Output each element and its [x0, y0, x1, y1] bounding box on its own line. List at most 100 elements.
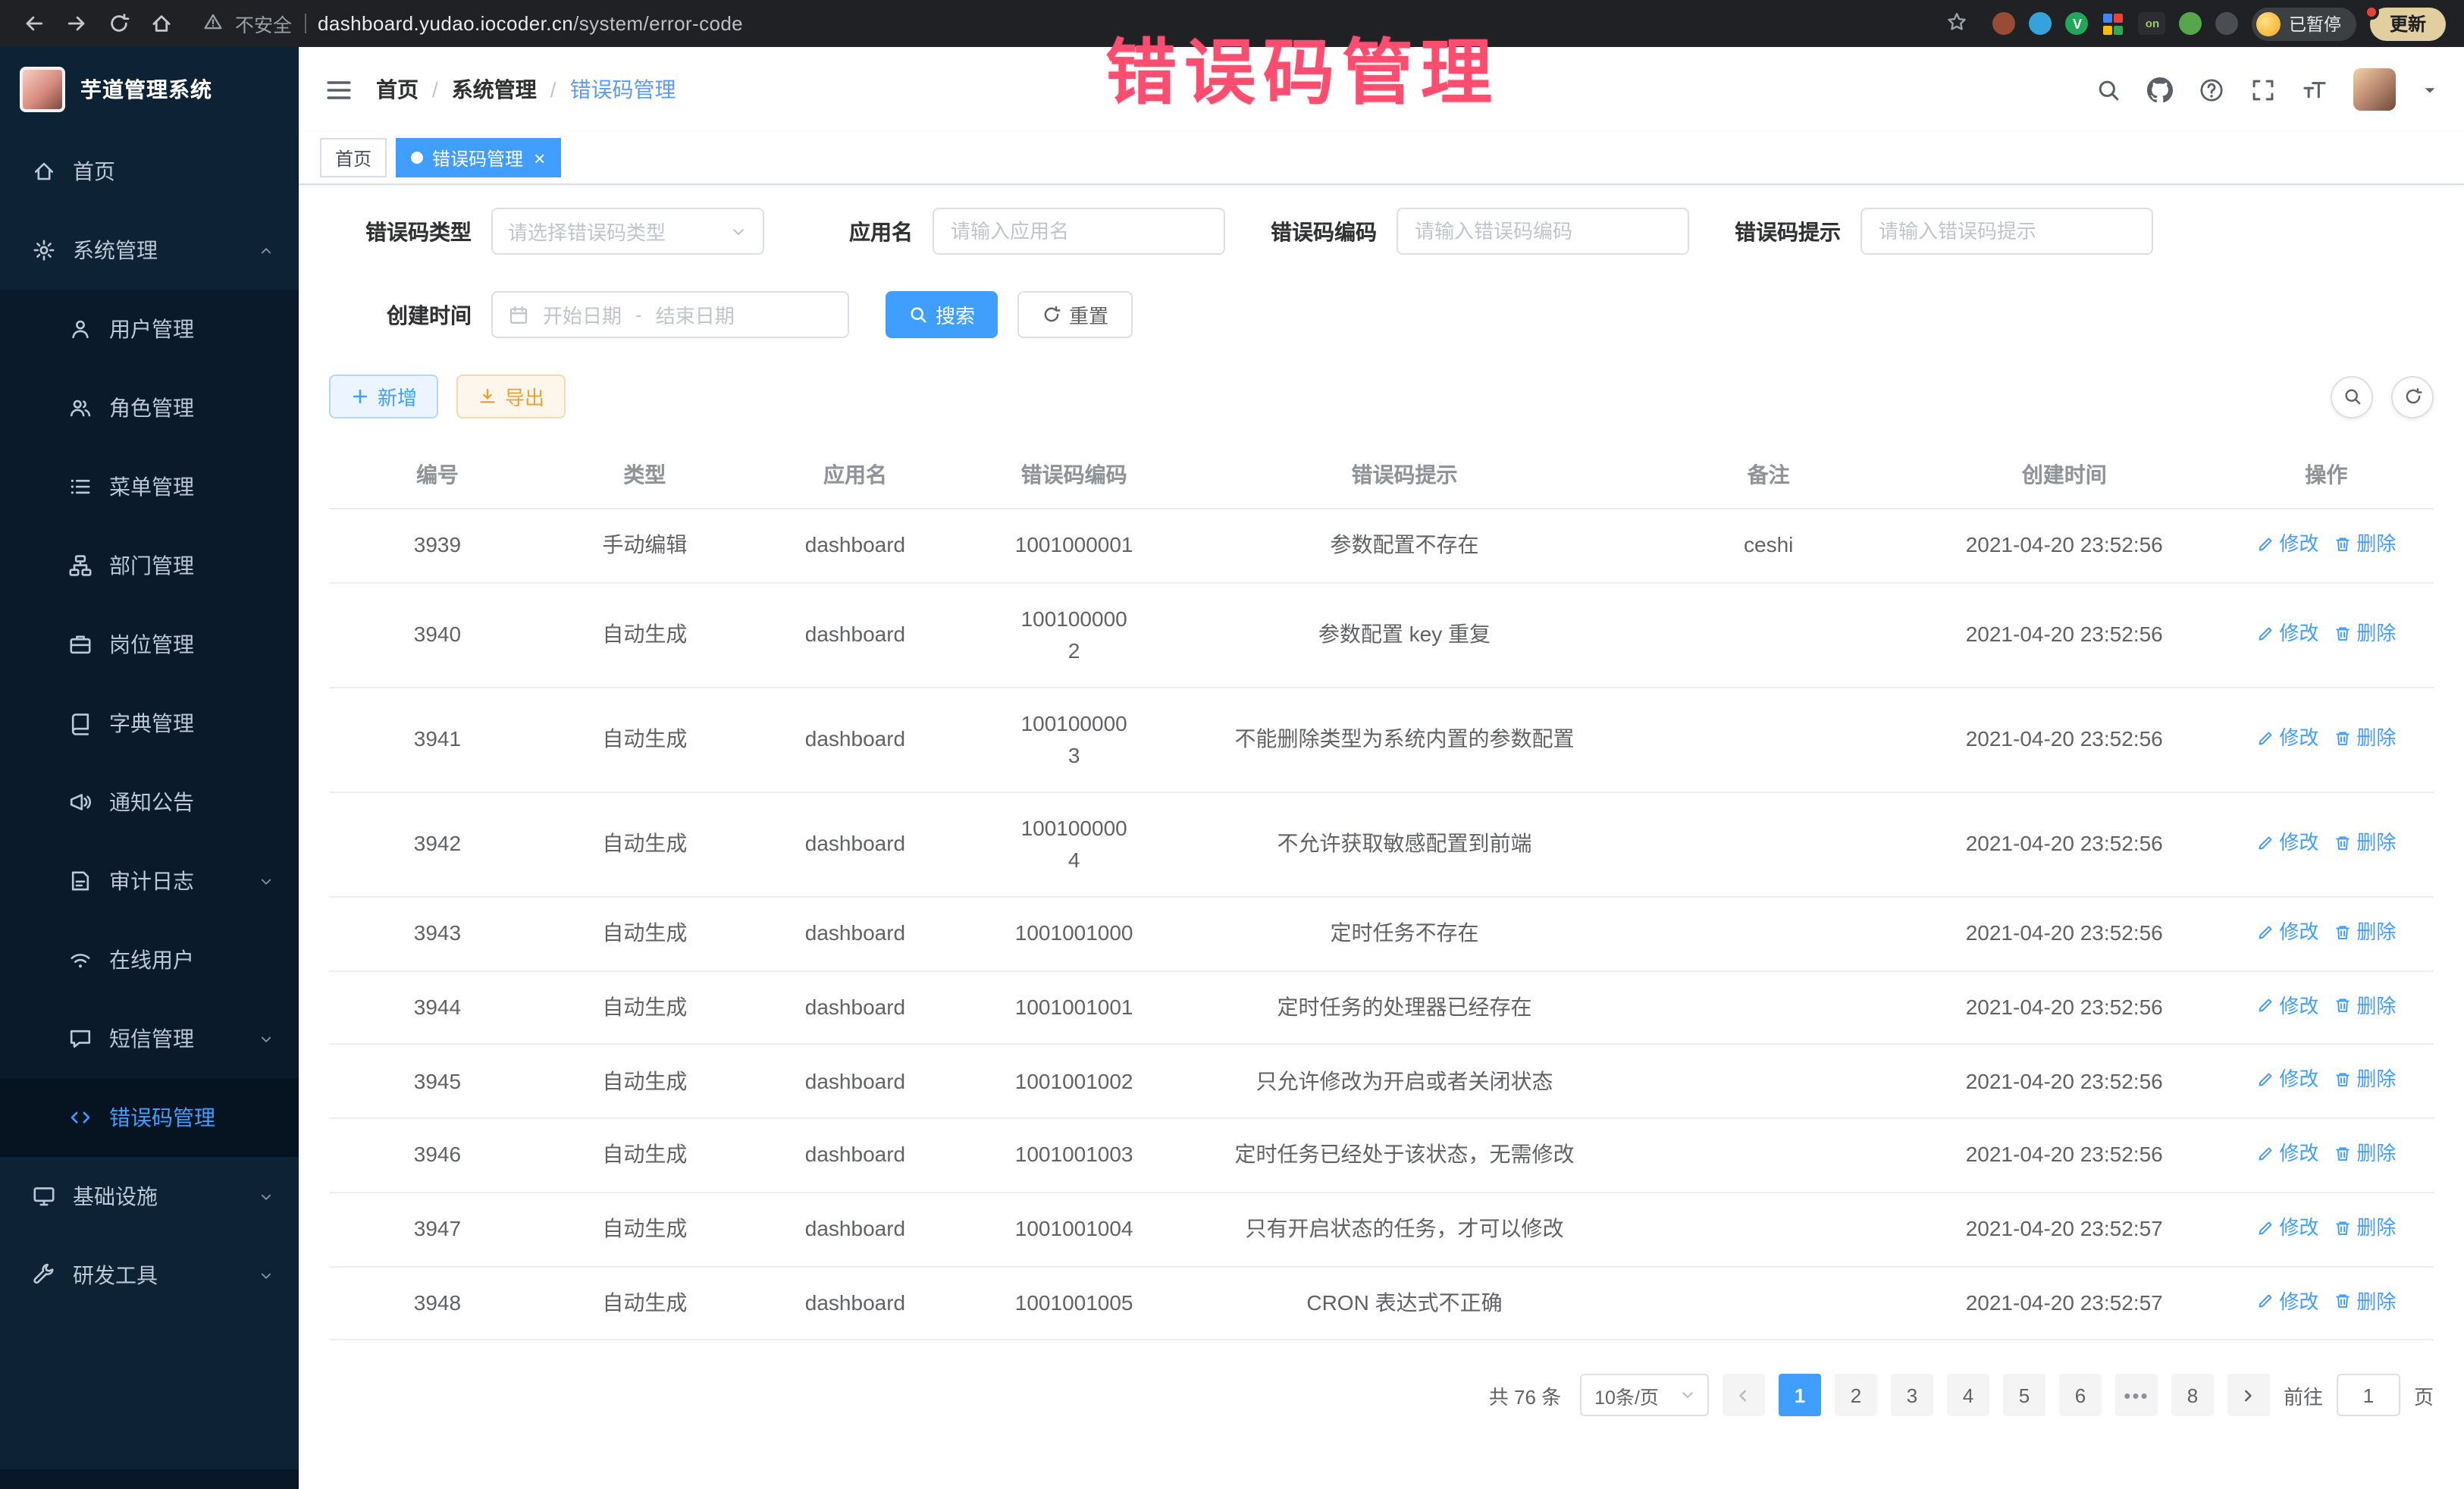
sidebar-item[interactable]: 短信管理: [0, 999, 299, 1078]
url-text[interactable]: dashboard.yudao.iocoder.cn/system/error-…: [318, 12, 743, 35]
date-range-picker[interactable]: 开始日期 - 结束日期: [491, 291, 849, 338]
edit-link[interactable]: 修改: [2256, 1213, 2318, 1243]
help-icon[interactable]: [2199, 77, 2224, 102]
tab-error-code[interactable]: 错误码管理×: [396, 138, 560, 177]
delete-link[interactable]: 删除: [2334, 917, 2396, 947]
sidebar-item[interactable]: 菜单管理: [0, 447, 299, 526]
browser-back-icon[interactable]: [15, 5, 52, 42]
page-ellipsis[interactable]: •••: [2115, 1375, 2158, 1417]
extension-icon[interactable]: [2180, 12, 2202, 35]
delete-link[interactable]: 删除: [2334, 1065, 2396, 1095]
delete-link[interactable]: 删除: [2334, 723, 2396, 753]
puzzle-icon[interactable]: [2216, 12, 2239, 35]
sidebar-item[interactable]: 部门管理: [0, 526, 299, 605]
sidebar-item[interactable]: 研发工具: [0, 1236, 299, 1315]
hamburger-icon[interactable]: [324, 75, 353, 104]
sidebar-item[interactable]: 审计日志: [0, 842, 299, 920]
bookmark-star-icon[interactable]: [1946, 10, 1969, 37]
export-button[interactable]: 导出: [456, 375, 566, 418]
edit-link[interactable]: 修改: [2256, 1287, 2318, 1316]
delete-link[interactable]: 删除: [2334, 828, 2396, 857]
sidebar-item[interactable]: 基础设施: [0, 1157, 299, 1236]
edit-link[interactable]: 修改: [2256, 619, 2318, 648]
page-content: 错误码类型 请选择错误码类型 应用名 错误码编码: [299, 185, 2464, 1489]
caret-down-icon[interactable]: [2422, 81, 2438, 98]
breadcrumb-system[interactable]: 系统管理: [452, 74, 537, 105]
extension-on-icon[interactable]: on: [2139, 12, 2166, 35]
address-bar[interactable]: 不安全 dashboard.yudao.iocoder.cn/system/er…: [185, 3, 1987, 44]
extension-icon[interactable]: V: [2066, 12, 2089, 35]
extension-icon[interactable]: [2030, 12, 2052, 35]
edit-link[interactable]: 修改: [2256, 1139, 2318, 1168]
browser-reload-icon[interactable]: [100, 5, 136, 42]
sidebar-item[interactable]: 系统管理: [0, 211, 299, 290]
delete-link[interactable]: 删除: [2334, 1139, 2396, 1168]
user-avatar[interactable]: [2353, 68, 2396, 111]
error-type-select[interactable]: 请选择错误码类型: [491, 208, 764, 255]
page-button-5[interactable]: 5: [2003, 1375, 2045, 1417]
search-button[interactable]: 搜索: [886, 291, 998, 338]
edit-link[interactable]: 修改: [2256, 723, 2318, 753]
edit-link[interactable]: 修改: [2256, 1065, 2318, 1095]
row-actions: 修改删除: [2219, 970, 2434, 1045]
delete-link[interactable]: 删除: [2334, 529, 2396, 559]
sidebar-item[interactable]: 在线用户: [0, 920, 299, 999]
delete-link[interactable]: 删除: [2334, 991, 2396, 1020]
browser-home-icon[interactable]: [143, 5, 179, 42]
browser-forward-icon[interactable]: [58, 5, 94, 42]
toolbar-search-icon[interactable]: [2331, 375, 2373, 418]
sidebar-item[interactable]: 首页: [0, 132, 299, 211]
cell: dashboard: [744, 970, 967, 1045]
tab-home[interactable]: 首页: [320, 138, 387, 177]
reset-button[interactable]: 重置: [1017, 291, 1133, 338]
close-icon[interactable]: ×: [534, 148, 545, 168]
cell: 2021-04-20 23:52:57: [1910, 1193, 2219, 1267]
page-buttons: 123456 ••• 8: [1779, 1375, 2214, 1417]
sidebar-item[interactable]: 错误码管理: [0, 1078, 299, 1157]
sidebar-item[interactable]: 岗位管理: [0, 605, 299, 684]
sidebar-item[interactable]: 通知公告: [0, 763, 299, 842]
error-msg-input[interactable]: [1861, 208, 2153, 255]
delete-link[interactable]: 删除: [2334, 619, 2396, 648]
page-button-6[interactable]: 6: [2059, 1375, 2102, 1417]
toolbar-refresh-icon[interactable]: [2391, 375, 2434, 418]
page-size-select[interactable]: 10条/页: [1579, 1375, 1709, 1417]
delete-link[interactable]: 删除: [2334, 1287, 2396, 1316]
sidebar-item[interactable]: 用户管理: [0, 290, 299, 368]
cell: 只允许修改为开启或者关闭状态: [1181, 1045, 1628, 1119]
cell: 2021-04-20 23:52:56: [1910, 792, 2219, 897]
error-code-input[interactable]: [1397, 208, 1689, 255]
security-label[interactable]: 不安全: [235, 9, 292, 38]
sidebar-item[interactable]: 角色管理: [0, 368, 299, 447]
page-button-8[interactable]: 8: [2171, 1375, 2214, 1417]
next-page-button[interactable]: [2227, 1375, 2270, 1417]
users-icon: [68, 396, 92, 420]
sidebar-item[interactable]: 字典管理: [0, 684, 299, 763]
browser-update-button[interactable]: 更新: [2370, 7, 2446, 40]
breadcrumb-home[interactable]: 首页: [376, 74, 419, 105]
fullscreen-icon[interactable]: [2250, 77, 2276, 102]
edit-link[interactable]: 修改: [2256, 828, 2318, 857]
page-button-3[interactable]: 3: [1891, 1375, 1933, 1417]
github-icon[interactable]: [2147, 77, 2173, 102]
page-button-1[interactable]: 1: [1779, 1375, 1821, 1417]
extension-grid-icon[interactable]: [2102, 12, 2125, 35]
page-button-2[interactable]: 2: [1835, 1375, 1877, 1417]
edit-link[interactable]: 修改: [2256, 529, 2318, 559]
profile-paused-badge[interactable]: 已暂停: [2252, 7, 2356, 40]
font-size-icon[interactable]: [2302, 77, 2328, 102]
app-logo[interactable]: 芋道管理系统: [0, 47, 299, 132]
edit-link[interactable]: 修改: [2256, 991, 2318, 1020]
search-icon[interactable]: [2096, 77, 2121, 102]
cell: dashboard: [744, 1118, 967, 1193]
delete-link[interactable]: 删除: [2334, 1213, 2396, 1243]
edit-link[interactable]: 修改: [2256, 917, 2318, 947]
table-row: 3940自动生成dashboard100100000 2参数配置 key 重复2…: [329, 583, 2434, 688]
app-name-input[interactable]: [933, 208, 1225, 255]
prev-page-button[interactable]: [1723, 1375, 1765, 1417]
page-button-4[interactable]: 4: [1947, 1375, 1989, 1417]
add-button[interactable]: 新增: [329, 375, 438, 418]
cell: 不允许获取敏感配置到前端: [1181, 792, 1628, 897]
goto-page-input[interactable]: [2337, 1375, 2400, 1417]
extension-icon[interactable]: [1993, 12, 2016, 35]
